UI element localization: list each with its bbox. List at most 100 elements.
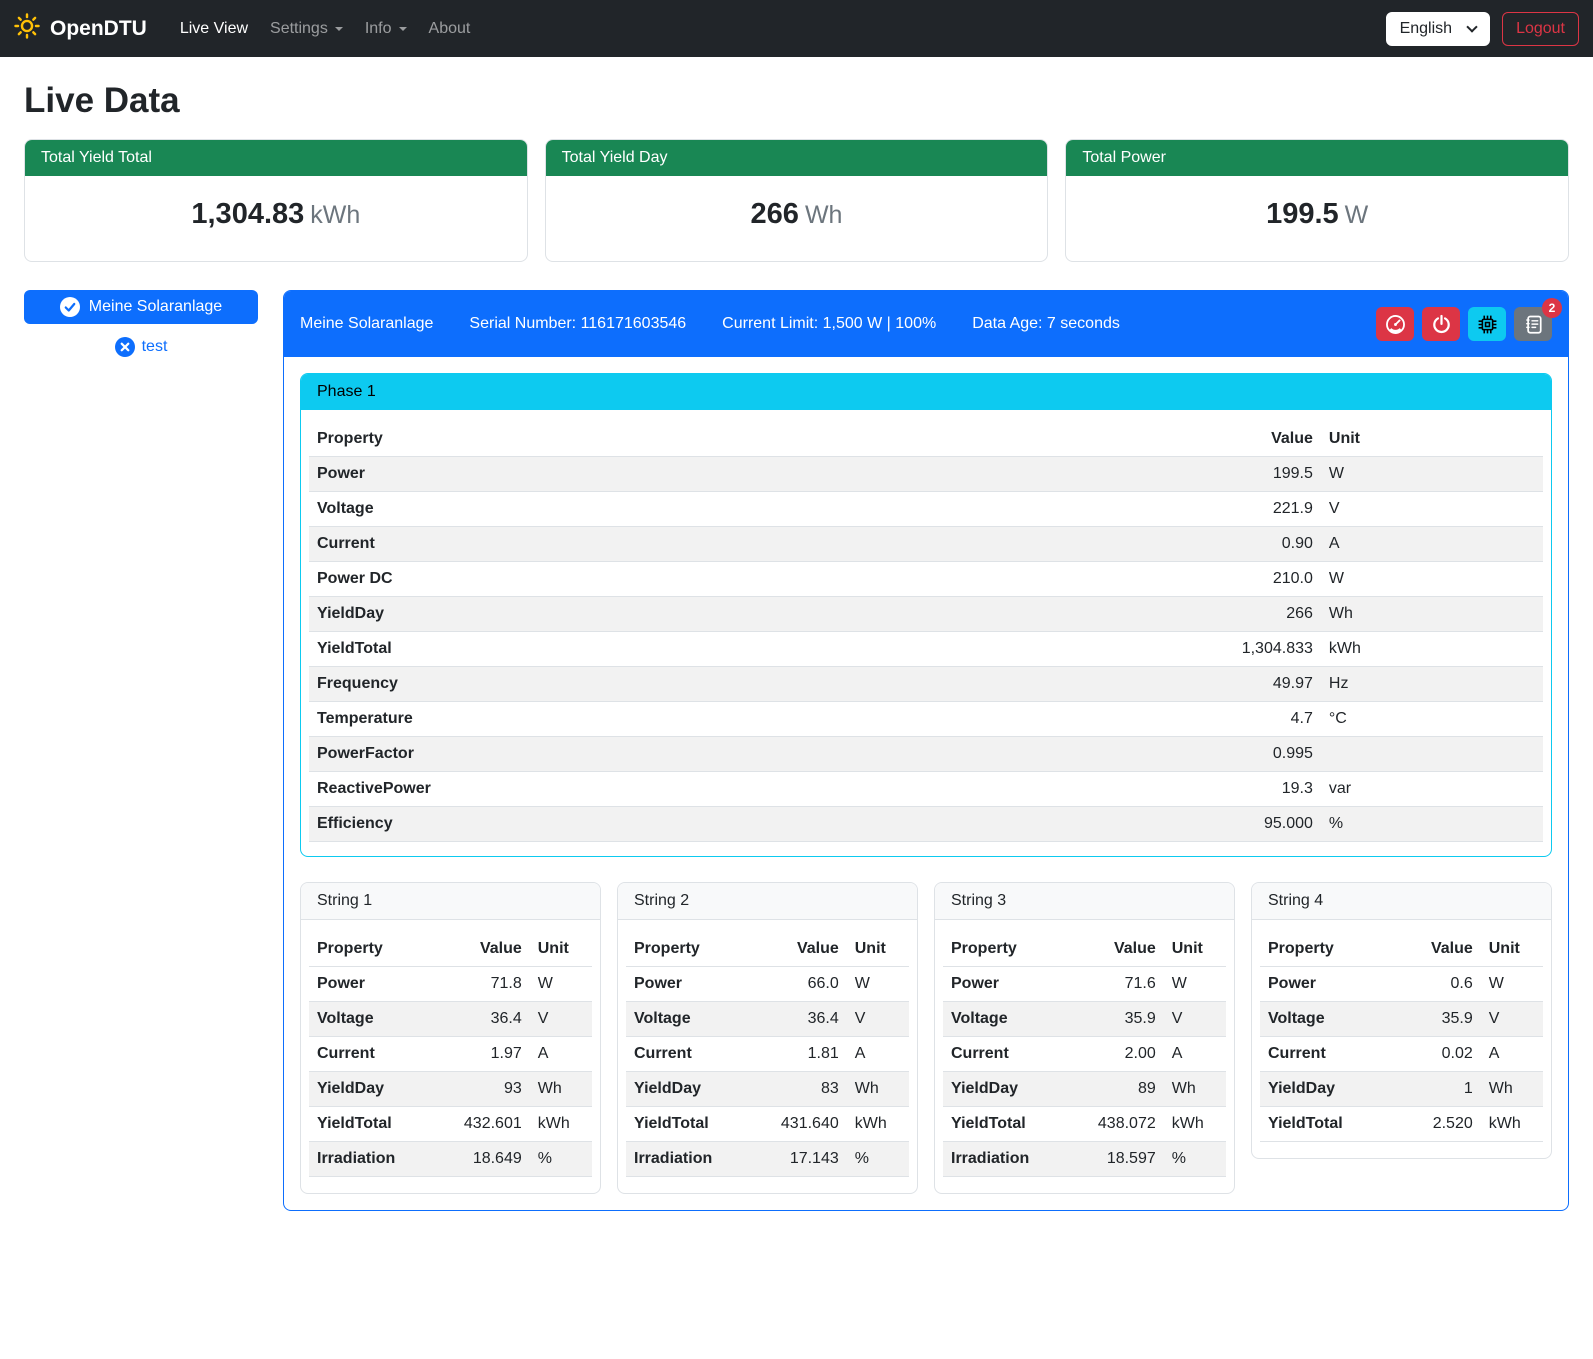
card-title: Total Yield Day [546, 140, 1048, 176]
value-cell: 36.4 [433, 1002, 530, 1037]
value-cell: 0.6 [1395, 967, 1481, 1002]
table-row: Current0.02A [1260, 1037, 1543, 1072]
inverter-name: Meine Solaranlage [300, 315, 433, 333]
total-power-unit: W [1345, 201, 1369, 229]
speedometer-icon [1385, 314, 1406, 335]
brand[interactable]: OpenDTU [14, 13, 147, 45]
unit-cell: A [1481, 1037, 1543, 1072]
unit-cell: W [1321, 562, 1543, 597]
string-1-title: String 1 [301, 883, 600, 920]
table-row: YieldTotal431.640kWh [626, 1107, 909, 1142]
property-cell: Current [943, 1037, 1067, 1072]
unit-cell: V [847, 1002, 909, 1037]
property-cell: Power [309, 967, 433, 1002]
property-cell: Voltage [943, 1002, 1067, 1037]
inverter-limit: Current Limit: 1,500 W | 100% [722, 315, 936, 333]
unit-cell: °C [1321, 702, 1543, 737]
string-2-card: String 2 PropertyValueUnitPower66.0WVolt… [617, 882, 918, 1194]
value-cell: 19.3 [914, 772, 1321, 807]
property-cell: Voltage [1260, 1002, 1395, 1037]
column-header: Unit [1481, 932, 1543, 967]
table-header-row: PropertyValueUnit [309, 422, 1543, 457]
string-2-title: String 2 [618, 883, 917, 920]
string-4-table: PropertyValueUnitPower0.6WVoltage35.9VCu… [1260, 932, 1543, 1142]
nav-item-info[interactable]: Info [354, 12, 418, 46]
property-cell: Voltage [309, 1002, 433, 1037]
column-header: Unit [1164, 932, 1226, 967]
value-cell: 0.02 [1395, 1037, 1481, 1072]
unit-cell: Wh [1321, 597, 1543, 632]
unit-cell: W [847, 967, 909, 1002]
string-1-card: String 1 PropertyValueUnitPower71.8WVolt… [300, 882, 601, 1194]
power-button[interactable] [1422, 307, 1460, 341]
column-header: Value [1067, 932, 1164, 967]
unit-cell: Wh [530, 1072, 592, 1107]
nav-item-about[interactable]: About [418, 12, 482, 46]
language-value: English [1400, 20, 1452, 38]
column-header: Value [1395, 932, 1481, 967]
value-cell: 2.520 [1395, 1107, 1481, 1142]
value-cell: 0.995 [914, 737, 1321, 772]
unit-cell: A [530, 1037, 592, 1072]
language-select[interactable]: English [1386, 12, 1490, 46]
chevron-down-icon [399, 27, 407, 31]
property-cell: Temperature [309, 702, 914, 737]
property-cell: Voltage [626, 1002, 750, 1037]
inverter-serial: Serial Number: 116171603546 [469, 315, 686, 333]
string-3-table: PropertyValueUnitPower71.6WVoltage35.9VC… [943, 932, 1226, 1177]
x-circle-icon [115, 337, 135, 357]
unit-cell [1321, 737, 1543, 772]
card-title: Total Power [1066, 140, 1568, 176]
device-info-button[interactable] [1468, 307, 1506, 341]
unit-cell: kWh [1481, 1107, 1543, 1142]
string-4-card: String 4 PropertyValueUnitPower0.6WVolta… [1251, 882, 1552, 1159]
unit-cell: % [530, 1142, 592, 1177]
nav-item-settings[interactable]: Settings [259, 12, 354, 46]
column-header: Property [626, 932, 750, 967]
value-cell: 199.5 [914, 457, 1321, 492]
property-cell: Voltage [309, 492, 914, 527]
summary-cards-row: Total Yield Total 1,304.83kWh Total Yiel… [24, 139, 1569, 262]
column-header: Value [750, 932, 847, 967]
property-cell: YieldDay [309, 597, 914, 632]
unit-cell: Wh [1164, 1072, 1226, 1107]
property-cell: ReactivePower [309, 772, 914, 807]
table-header-row: PropertyValueUnit [626, 932, 909, 967]
sun-icon [14, 13, 40, 45]
table-row: Power0.6W [1260, 967, 1543, 1002]
value-cell: 0.90 [914, 527, 1321, 562]
table-row: Power199.5W [309, 457, 1543, 492]
unit-cell: V [530, 1002, 592, 1037]
table-row: Irradiation17.143% [626, 1142, 909, 1177]
limit-settings-button[interactable] [1376, 307, 1414, 341]
inverter-item-test[interactable]: test [115, 337, 168, 357]
table-row: Power71.8W [309, 967, 592, 1002]
inverter-selected-button[interactable]: Meine Solaranlage [24, 290, 258, 324]
value-cell: 83 [750, 1072, 847, 1107]
unit-cell: kWh [1321, 632, 1543, 667]
total-yield-day-unit: Wh [805, 201, 843, 229]
unit-cell: % [1164, 1142, 1226, 1177]
string-2-table: PropertyValueUnitPower66.0WVoltage36.4VC… [626, 932, 909, 1177]
table-row: Temperature4.7°C [309, 702, 1543, 737]
total-power-value: 199.5 [1266, 198, 1339, 230]
property-cell: Power DC [309, 562, 914, 597]
page-title: Live Data [24, 81, 1569, 121]
logout-button[interactable]: Logout [1502, 12, 1579, 46]
unit-cell: W [1321, 457, 1543, 492]
event-log-button[interactable]: 2 [1514, 307, 1552, 341]
table-row: Voltage221.9V [309, 492, 1543, 527]
unit-cell: kWh [847, 1107, 909, 1142]
unit-cell: kWh [1164, 1107, 1226, 1142]
property-cell: YieldDay [309, 1072, 433, 1107]
phase-1-card: Phase 1 PropertyValueUnitPower199.5WVolt… [300, 373, 1552, 857]
table-row: YieldTotal2.520kWh [1260, 1107, 1543, 1142]
property-cell: Frequency [309, 667, 914, 702]
table-row: YieldTotal432.601kWh [309, 1107, 592, 1142]
property-cell: Efficiency [309, 807, 914, 842]
value-cell: 89 [1067, 1072, 1164, 1107]
unit-cell: Hz [1321, 667, 1543, 702]
unit-cell: W [530, 967, 592, 1002]
table-row: Power71.6W [943, 967, 1226, 1002]
nav-item-live-view[interactable]: Live View [169, 12, 259, 46]
